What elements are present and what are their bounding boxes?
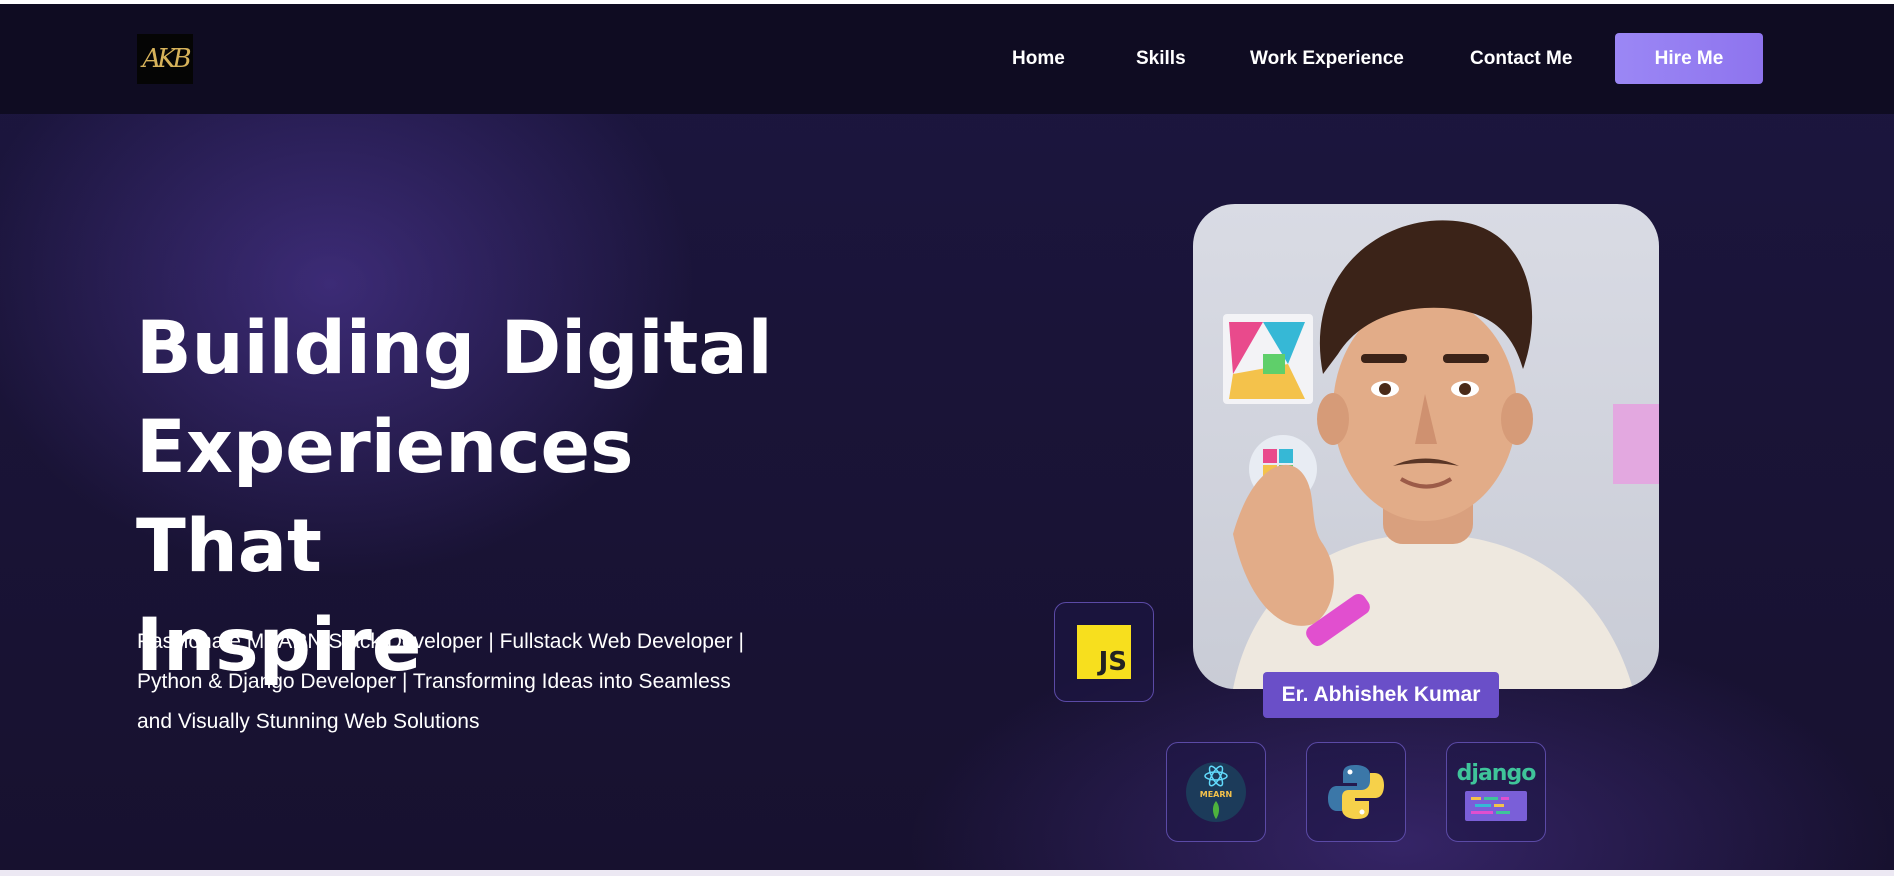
- top-navbar: AKB Home Skills Work Experience Contact …: [0, 4, 1894, 114]
- code-editor-icon: [1464, 791, 1527, 821]
- python-icon: [1328, 765, 1384, 819]
- nav-work-experience-link[interactable]: Work Experience: [1250, 48, 1404, 70]
- logo-monogram: AKB: [142, 44, 191, 74]
- page-background: AKB Home Skills Work Experience Contact …: [0, 4, 1894, 870]
- javascript-tile: JS: [1054, 602, 1154, 702]
- hero-subtitle-line-1: Passionate MEARN Stack Developer | Fulls…: [137, 630, 744, 653]
- profile-portrait: [1193, 204, 1659, 689]
- hero-title-line-1: Building Digital: [136, 306, 773, 391]
- nav-home-link[interactable]: Home: [1012, 48, 1065, 70]
- hero-title-line-2: Experiences That: [136, 405, 634, 589]
- javascript-icon: JS: [1077, 625, 1131, 679]
- django-label: django: [1456, 761, 1537, 786]
- site-logo[interactable]: AKB: [137, 34, 193, 84]
- hero-subtitle-line-3: and Visually Stunning Web Solutions: [137, 710, 480, 733]
- portrait-illustration: [1223, 220, 1659, 689]
- django-icon: django: [1457, 763, 1536, 821]
- profile-name-tag: Er. Abhishek Kumar: [1263, 672, 1499, 718]
- django-tile: django: [1446, 742, 1546, 842]
- nav-skills-link[interactable]: Skills: [1136, 48, 1186, 70]
- mearn-label: MEARN: [1200, 790, 1232, 799]
- mearn-icon: MEARN: [1186, 762, 1246, 822]
- hire-me-button[interactable]: Hire Me: [1615, 33, 1763, 84]
- hero-subtitle: Passionate MEARN Stack Developer | Fulls…: [137, 622, 797, 742]
- mearn-stack-tile: MEARN: [1166, 742, 1266, 842]
- nav-contact-link[interactable]: Contact Me: [1470, 48, 1572, 70]
- page-bottom-edge: [0, 870, 1894, 876]
- hero-subtitle-line-2: Python & Django Developer | Transforming…: [137, 670, 731, 693]
- python-tile: [1306, 742, 1406, 842]
